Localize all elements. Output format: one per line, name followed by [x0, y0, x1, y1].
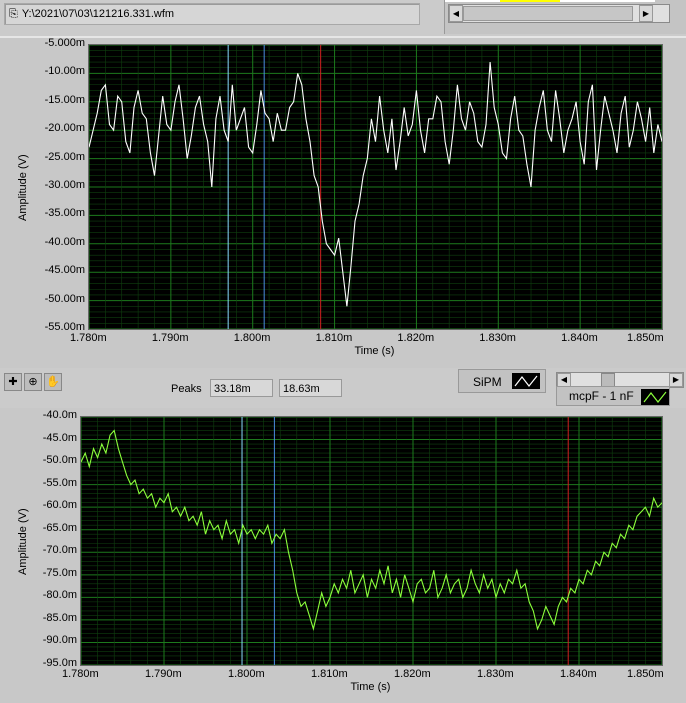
y-tick-label: -35.00m — [44, 207, 85, 220]
peaks-label: Peaks — [171, 383, 202, 395]
legend-scroll-left-icon[interactable]: ◀ — [557, 373, 571, 387]
y-tick-label: -55.0m — [42, 476, 77, 489]
legend-mcpf-line-icon — [641, 389, 669, 405]
x-tick-label: 1.780m — [70, 332, 107, 344]
y-tick-label: -80.0m — [42, 589, 77, 602]
cursor-move-icon[interactable]: ✚ — [4, 373, 22, 391]
y-tick-label: -75.0m — [42, 566, 77, 579]
legend-sipm-line-icon — [512, 373, 540, 389]
file-path-display[interactable]: ⎘ Y:\2021\07\03\121216.331.wfm — [4, 3, 420, 25]
peak-1-field[interactable]: 33.18m — [210, 379, 273, 397]
x-tick-label: 1.800m — [233, 332, 271, 344]
y-tick-label: -60.0m — [42, 499, 77, 512]
y-tick-label: -20.00m — [44, 122, 85, 135]
x-tick-label: 1.850m — [627, 332, 664, 344]
y-tick-label: -50.0m — [42, 454, 77, 467]
y-tick-label: -45.00m — [44, 264, 85, 277]
pan-hand-icon[interactable]: ✋ — [44, 373, 62, 391]
y-tick-label: -25.00m — [44, 150, 85, 163]
x-tick-label: 1.840m — [560, 668, 597, 680]
legend-scroll-thumb[interactable] — [601, 373, 615, 387]
x-tick-label: 1.840m — [561, 332, 598, 344]
path-icon: ⎘ — [9, 8, 18, 20]
legend-sipm-label: SiPM — [473, 375, 502, 389]
legend-mcpf-label: mcpF - 1 nF — [569, 389, 634, 403]
y-tick-label: -70.0m — [42, 544, 77, 557]
y-tick-label: -45.0m — [42, 431, 77, 444]
plot-area[interactable] — [80, 416, 663, 666]
scroll-thumb[interactable] — [463, 6, 633, 21]
legend-sipm[interactable]: SiPM — [458, 369, 546, 393]
y-tick-label: -30.00m — [44, 179, 85, 191]
legend-scroll-right-icon[interactable]: ▶ — [669, 373, 683, 387]
scroll-right-icon[interactable]: ▶ — [639, 5, 653, 22]
y-tick-label: -15.00m — [44, 93, 85, 106]
x-tick-label: 1.820m — [397, 332, 435, 344]
y-axis-label: Amplitude (V) — [17, 154, 29, 221]
sipm-graph: -5.000m -10.00m -15.00m -20.00m -25.00m -30.0… — [0, 37, 686, 368]
y-tick-label: -90.0m — [42, 634, 77, 647]
waveform-trace — [88, 61, 663, 307]
x-tick-label: 1.790m — [145, 668, 182, 680]
x-tick-label: 1.830m — [479, 332, 516, 344]
legend-mcpf[interactable]: mcpF - 1 nF — [556, 386, 670, 406]
x-axis-label: Time (s) — [350, 681, 391, 693]
x-axis-label: Time (s) — [354, 345, 395, 357]
plot-area[interactable] — [88, 44, 663, 330]
y-tick-label: -10.00m — [44, 65, 85, 78]
x-tick-label: 1.810m — [311, 668, 348, 680]
x-tick-label: 1.780m — [62, 668, 99, 680]
x-tick-label: 1.830m — [477, 668, 514, 680]
x-tick-label: 1.790m — [151, 332, 189, 344]
y-tick-label: -5.000m — [44, 37, 85, 49]
file-path-text: Y:\2021\07\03\121216.331.wfm — [21, 8, 175, 20]
mcpf-graph: -40.0m -45.0m -50.0m -55.0m -60.0m -65.0m -70.… — [0, 408, 686, 703]
peak-2-field[interactable]: 18.63m — [279, 379, 342, 397]
x-tick-label: 1.820m — [394, 668, 431, 680]
y-tick-label: -40.0m — [42, 409, 77, 421]
x-tick-label: 1.850m — [627, 668, 664, 680]
y-axis-label: Amplitude (V) — [17, 508, 29, 575]
horizontal-scrollbar[interactable]: ◀ ▶ — [448, 4, 670, 23]
y-tick-label: -50.00m — [44, 292, 85, 305]
scroll-left-icon[interactable]: ◀ — [449, 5, 463, 22]
x-tick-label: 1.810m — [315, 332, 353, 344]
zoom-icon[interactable]: ⊕ — [24, 373, 42, 391]
y-tick-label: -40.00m — [44, 235, 85, 248]
x-tick-label: 1.800m — [228, 668, 265, 680]
y-tick-label: -65.0m — [42, 521, 77, 534]
y-tick-label: -85.0m — [42, 611, 77, 624]
